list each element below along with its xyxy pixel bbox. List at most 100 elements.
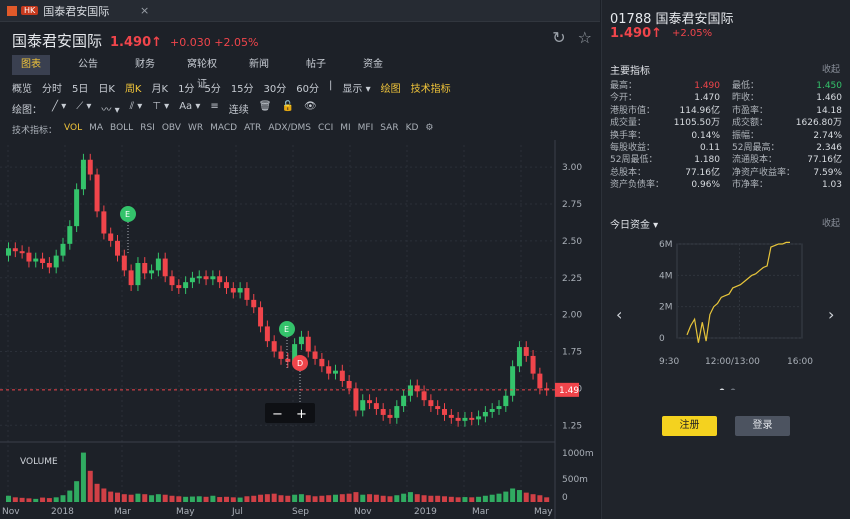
metric-row: 港股市值： 114.96亿 市盈率： 14.18 <box>610 105 842 117</box>
eye-icon[interactable]: 👁 <box>304 101 317 116</box>
period-6[interactable]: 1分 <box>178 80 194 95</box>
candle <box>428 400 434 407</box>
zoom-out-button[interactable]: − <box>272 407 283 422</box>
register-button[interactable]: 注册 <box>662 416 717 436</box>
indicator-adx-dms[interactable]: ADX/DMS <box>268 123 311 136</box>
candle <box>183 282 189 289</box>
period-13[interactable]: 绘图 <box>381 80 401 95</box>
period-9[interactable]: 30分 <box>264 80 287 95</box>
close-tab-button[interactable]: × <box>140 4 149 17</box>
period-12[interactable]: 显示 ▾ <box>342 80 370 95</box>
title-bar: HK 国泰君安国际 × <box>0 0 600 22</box>
candle <box>510 366 516 396</box>
volume-bar <box>210 495 216 502</box>
indicator-atr[interactable]: ATR <box>244 123 261 136</box>
zoom-in-button[interactable]: + <box>296 407 307 422</box>
period-1[interactable]: 分时 <box>42 80 62 95</box>
candle <box>360 400 366 411</box>
metric-row: 52周最低： 1.180 流通股本： 77.16亿 <box>610 154 842 166</box>
volume-bar <box>482 495 488 502</box>
period-3[interactable]: 日K <box>98 80 115 95</box>
metric-value: 14.18 <box>816 105 842 116</box>
fund-flow-title[interactable]: 今日资金 ▾ <box>610 216 658 231</box>
ruler-tool-icon[interactable]: ≡ <box>210 101 218 116</box>
page-dot-active[interactable] <box>719 388 725 391</box>
stock-price: 1.490↑ <box>110 35 163 50</box>
tab-4[interactable]: 新闻 <box>240 55 278 75</box>
volume-bar <box>339 494 345 502</box>
wave-tool-icon[interactable]: 〰 ▾ <box>101 101 119 116</box>
period-10[interactable]: 60分 <box>296 80 319 95</box>
channel-tool-icon[interactable]: ⟋ ▾ <box>76 101 91 116</box>
indicator-rsi[interactable]: RSI <box>140 123 155 136</box>
y-tick-label: 1.75 <box>562 348 582 358</box>
collapse-main-button[interactable]: 收起 <box>822 62 840 75</box>
candle <box>142 263 148 274</box>
line-tool-icon[interactable]: ╱ ▾ <box>52 101 66 116</box>
candle <box>285 358 291 362</box>
volume-bar <box>333 494 338 502</box>
metric-value: 0.96% <box>691 180 720 191</box>
candle <box>46 263 52 268</box>
volume-tick-label: 500m <box>562 475 588 485</box>
indicator-vol[interactable]: VOL <box>64 123 82 136</box>
settings-gear-icon[interactable]: ⚙ <box>425 123 433 136</box>
measure-tool-icon[interactable]: ⊤ ▾ <box>152 101 169 116</box>
period-8[interactable]: 15分 <box>231 80 254 95</box>
indicator-ma[interactable]: MA <box>89 123 103 136</box>
indicator-boll[interactable]: BOLL <box>110 123 133 136</box>
volume-bar <box>367 494 373 502</box>
indicator-cci[interactable]: CCI <box>318 123 333 136</box>
volume-bar <box>537 495 543 502</box>
indicator-sar[interactable]: SAR <box>380 123 398 136</box>
metric-label: 成交额： <box>732 118 769 129</box>
star-icon[interactable]: ☆ <box>578 28 592 47</box>
period-4[interactable]: 周K <box>125 80 142 95</box>
period-2[interactable]: 5日 <box>72 80 88 95</box>
continuous-toggle[interactable]: 连续 <box>229 101 249 116</box>
volume-bar <box>176 496 182 502</box>
fund-y-label: 0 <box>659 334 665 344</box>
indicator-wr[interactable]: WR <box>188 123 203 136</box>
period-7[interactable]: 5分 <box>204 80 220 95</box>
volume-bar <box>407 492 413 502</box>
indicator-macd[interactable]: MACD <box>210 123 237 136</box>
indicator-obv[interactable]: OBV <box>162 123 181 136</box>
tab-3[interactable]: 窝轮权证 <box>183 55 221 90</box>
tab-5[interactable]: 帖子 <box>297 55 335 75</box>
volume-bar <box>169 495 175 502</box>
delete-icon[interactable]: 🗑 <box>259 101 272 116</box>
metric-label: 52周最低： <box>610 155 658 166</box>
lock-icon[interactable]: 🔓 <box>281 101 293 116</box>
volume-bar <box>312 496 318 502</box>
candle <box>128 270 134 286</box>
indicator-mi[interactable]: MI <box>340 123 350 136</box>
fib-tool-icon[interactable]: ⫽ ▾ <box>130 101 143 116</box>
info-panel: 01788 国泰君安国际 1.490↑ +2.05% 主要指标 收起 最高： 1.… <box>601 0 850 519</box>
tab-2[interactable]: 财务 <box>126 55 164 75</box>
metric-value: 1626.80万 <box>795 118 842 129</box>
metric-value: 1.450 <box>816 81 842 91</box>
candle <box>476 416 482 420</box>
tab-1[interactable]: 公告 <box>69 55 107 75</box>
text-tool-icon[interactable]: Aa ▾ <box>179 101 200 116</box>
period-5[interactable]: 月K <box>152 80 169 95</box>
login-button[interactable]: 登录 <box>735 416 790 436</box>
period-0[interactable]: 概览 <box>12 80 32 95</box>
indicator-kd[interactable]: KD <box>406 123 419 136</box>
indicator-mfi[interactable]: MFI <box>358 123 374 136</box>
period-14[interactable]: 技术指标 <box>411 80 451 95</box>
collapse-fund-button[interactable]: 收起 <box>822 216 840 229</box>
candle <box>298 336 304 345</box>
refresh-icon[interactable]: ↻ <box>552 28 565 47</box>
candle <box>421 391 427 401</box>
page-dot[interactable] <box>730 388 736 391</box>
period-bar: 概览 分时 5日 日K 周K 月K 1分 5分 15分 30分 60分 | 显示 ▾ 绘图 技术指标 <box>12 80 461 95</box>
tab-0[interactable]: 图表 <box>12 55 50 75</box>
candle <box>40 258 46 263</box>
metric-value: 1.470 <box>694 93 720 104</box>
tab-6[interactable]: 资金 <box>354 55 392 75</box>
candle <box>373 403 379 410</box>
volume-bar <box>455 497 461 502</box>
price-chart[interactable]: 3.002.752.502.252.001.751.501.251.49EED−… <box>0 140 600 519</box>
